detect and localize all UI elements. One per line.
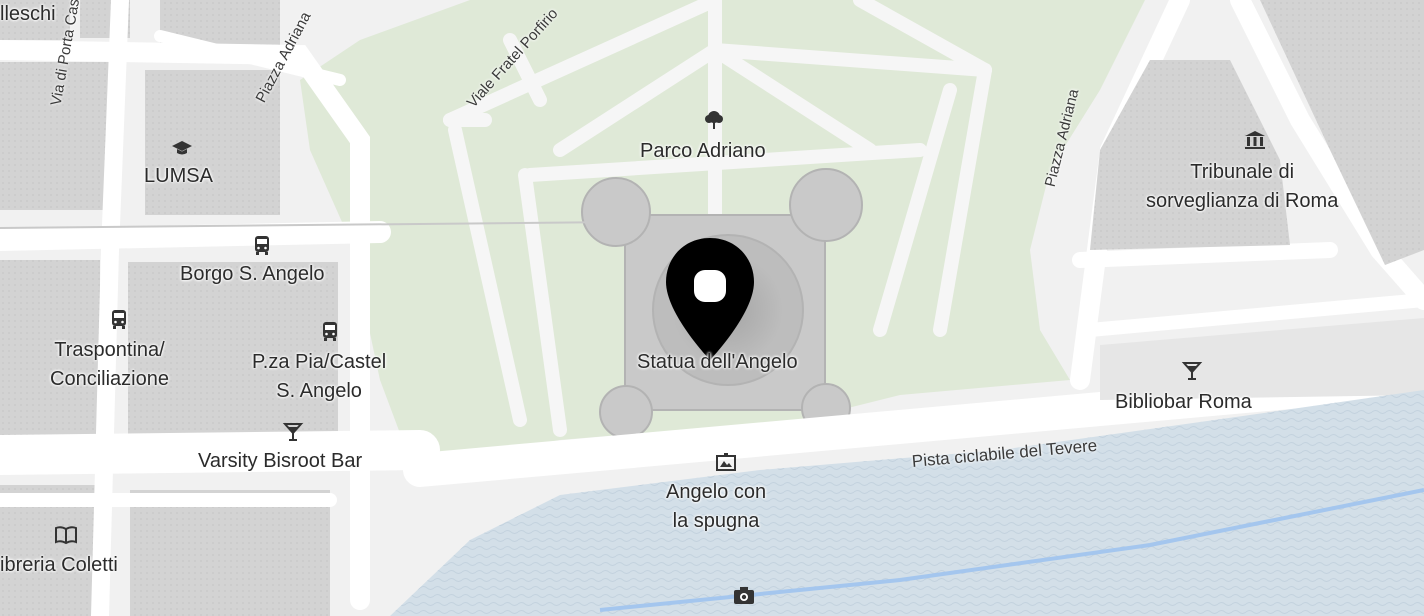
label-traspontina[interactable]: Traspontina/ Conciliazione [50,336,169,394]
label-bibliobar[interactable]: Bibliobar Roma [1115,388,1252,417]
label-pza-pia[interactable]: P.za Pia/Castel S. Angelo [252,348,386,406]
cocktail-icon[interactable] [281,420,305,444]
bus-icon[interactable] [107,307,131,331]
bus-icon[interactable] [318,319,342,343]
label-statua-angelo[interactable]: Statua dell'Angelo [637,348,798,377]
graduation-cap-icon[interactable] [170,136,194,160]
map-canvas[interactable]: Via di Porta Castello Piazza Adriana Via… [0,0,1424,616]
label-lumsa[interactable]: LUMSA [144,162,213,191]
cocktail-icon[interactable] [1180,359,1204,383]
label-borgo-s-angelo[interactable]: Borgo S. Angelo [180,260,325,289]
label-tribunale[interactable]: Tribunale di sorveglianza di Roma [1146,158,1338,216]
label-varsity-bar[interactable]: Varsity Bisroot Bar [198,447,362,476]
label-lleschi: lleschi [0,3,56,25]
label-angelo-spugna[interactable]: Angelo con la spugna [666,478,766,536]
book-icon[interactable] [54,523,78,547]
label-libreria-coletti[interactable]: ibreria Coletti [0,551,118,580]
camera-icon[interactable] [732,583,756,607]
tree-icon[interactable] [702,108,726,132]
label-parco-adriano[interactable]: Parco Adriano [640,137,766,166]
government-building-icon[interactable] [1243,128,1267,152]
bus-icon[interactable] [250,233,274,257]
monument-icon[interactable] [714,450,738,474]
location-pin-icon[interactable] [662,236,758,366]
